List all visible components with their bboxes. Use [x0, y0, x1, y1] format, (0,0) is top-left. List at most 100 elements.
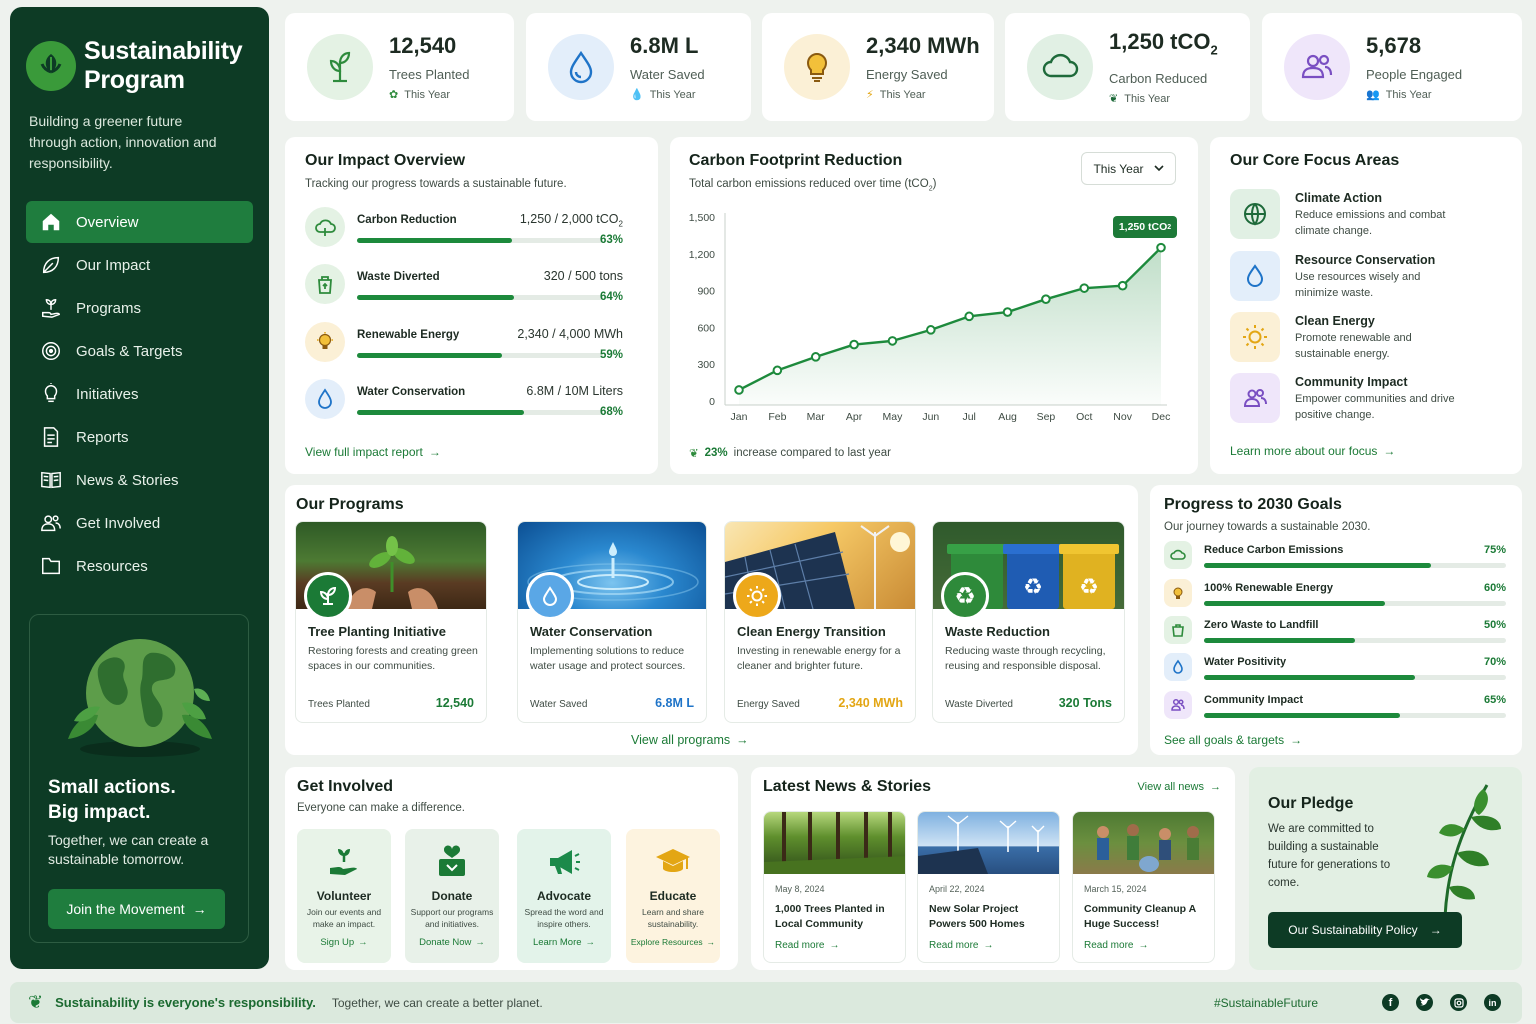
sign-up-link[interactable]: Sign Up →	[297, 937, 391, 948]
water-drop-icon	[548, 34, 614, 100]
nav-item-reports[interactable]: Reports	[26, 416, 253, 458]
goal-row-renewable: 100% Renewable Energy 60%	[1164, 579, 1506, 609]
involved-educate[interactable]: Educate Learn and share sustainability. …	[626, 829, 720, 963]
donate-now-link[interactable]: Donate Now →	[405, 937, 499, 948]
y-tick-label: 900	[697, 286, 715, 298]
progress-bar	[1204, 713, 1506, 718]
view-all-news-link[interactable]: View all news →	[1138, 781, 1221, 793]
news-card: Latest News & Stories View all news → May…	[751, 767, 1235, 970]
data-point	[1079, 283, 1090, 293]
impact-row-carbon: Carbon Reduction 1,250 / 2,000 tCO2 63%	[305, 207, 623, 257]
impact-title: Our Impact Overview	[305, 152, 466, 169]
arrow-right-icon: →	[829, 940, 840, 951]
folder-icon	[42, 557, 60, 575]
news-item[interactable]: May 8, 2024 1,000 Trees Planted in Local…	[763, 811, 906, 963]
nav-item-overview[interactable]: Overview	[26, 201, 253, 243]
join-movement-button[interactable]: Join the Movement →	[48, 889, 225, 929]
goal-row-water: Water Positivity 70%	[1164, 653, 1506, 683]
sustainability-policy-button[interactable]: Our Sustainability Policy →	[1268, 912, 1462, 948]
nav-item-resources[interactable]: Resources	[26, 545, 253, 587]
read-more-link[interactable]: Read more →	[1084, 940, 1148, 951]
explore-resources-link[interactable]: Explore Resources →	[626, 937, 720, 947]
data-point	[887, 336, 898, 346]
nav-item-initiatives[interactable]: Initiatives	[26, 373, 253, 415]
linkedin-icon[interactable]: in	[1484, 994, 1501, 1011]
lightning-icon: ⚡	[866, 89, 874, 101]
progress-bar	[357, 295, 603, 300]
focus-clean-energy[interactable]: Clean Energy Promote renewable and susta…	[1230, 312, 1500, 364]
x-tick-label: Jul	[962, 411, 975, 423]
nav-item-our-impact[interactable]: Our Impact	[26, 244, 253, 286]
sprout-icon	[304, 572, 352, 620]
data-point	[1002, 307, 1013, 317]
facebook-icon[interactable]: f	[1382, 994, 1399, 1011]
involved-advocate[interactable]: Advocate Spread the word and inspire oth…	[517, 829, 611, 963]
stat-card-energy: 2,340 MWh Energy Saved ⚡ This Year	[762, 13, 994, 121]
news-item[interactable]: April 22, 2024 New Solar Project Powers …	[917, 811, 1060, 963]
twitter-icon[interactable]	[1416, 994, 1433, 1011]
nav-label: Programs	[76, 299, 142, 317]
programs-title: Our Programs	[296, 496, 404, 513]
involved-volunteer[interactable]: Volunteer Join our events and make an im…	[297, 829, 391, 963]
stat-value: 12,540	[389, 33, 457, 58]
arrow-right-icon: →	[736, 733, 749, 747]
arrow-right-icon: →	[706, 937, 716, 947]
view-all-programs-link[interactable]: View all programs →	[631, 733, 749, 747]
stat-label: Energy Saved	[866, 67, 948, 82]
x-tick-label: Oct	[1076, 411, 1092, 423]
nav-item-get-involved[interactable]: Get Involved	[26, 502, 253, 544]
news-item[interactable]: March 15, 2024 Community Cleanup A Huge …	[1072, 811, 1215, 963]
focus-resource-conservation[interactable]: Resource Conservation Use resources wise…	[1230, 251, 1500, 303]
data-point	[926, 325, 936, 335]
involved-title: Get Involved	[297, 778, 394, 795]
stat-value: 2,340 MWh	[866, 33, 980, 58]
nav-item-programs[interactable]: Programs	[26, 287, 253, 329]
nav-item-goals-targets[interactable]: Goals & Targets	[26, 330, 253, 372]
program-card-water-conservation[interactable]: Water Conservation Implementing solution…	[517, 521, 707, 723]
footer-hashtag[interactable]: #SustainableFuture	[1214, 996, 1318, 1010]
focus-climate-action[interactable]: Climate Action Reduce emissions and comb…	[1230, 189, 1500, 241]
arrow-right-icon: →	[475, 937, 485, 948]
promo-title: Small actions. Big impact.	[48, 777, 176, 823]
read-more-link[interactable]: Read more →	[775, 940, 839, 951]
stat-card-water: 6.8M L Water Saved 💧 This Year	[526, 13, 751, 121]
progress-fill	[1204, 713, 1401, 718]
program-card-tree-planting[interactable]: Tree Planting Initiative Restoring fores…	[295, 521, 487, 723]
lightbulb-icon	[305, 322, 345, 362]
arrow-right-icon: →	[358, 937, 368, 948]
view-impact-report-link[interactable]: View full impact report →	[305, 445, 441, 459]
sidebar-nav: Overview Our Impact Programs Goals & Tar…	[26, 201, 253, 587]
instagram-icon[interactable]	[1450, 994, 1467, 1011]
pledge-text: We are committed to building a sustainab…	[1268, 823, 1391, 889]
promo-card: Small actions. Big impact. Together, we …	[29, 614, 249, 943]
progress-fill	[357, 295, 515, 300]
cloud-leaf-icon	[305, 207, 345, 247]
program-card-waste-reduction[interactable]: ♻ ♻ ♻ Waste Reduction Reducing waste thro…	[932, 521, 1125, 723]
brand: Sustainability Program	[26, 37, 253, 95]
y-tick-label: 1,500	[689, 212, 715, 224]
leaf-icon	[42, 256, 60, 274]
focus-community-impact[interactable]: Community Impact Empower communities and…	[1230, 373, 1500, 425]
read-more-link[interactable]: Read more →	[929, 940, 993, 951]
goal-row-community: Community Impact 65%	[1164, 691, 1506, 721]
data-point	[772, 365, 783, 376]
focus-areas-card: Our Core Focus Areas Climate Action Redu…	[1210, 137, 1522, 474]
leaf-logo-icon	[26, 41, 76, 91]
x-tick-label: Jan	[731, 411, 748, 423]
nav-item-news-stories[interactable]: News & Stories	[26, 459, 253, 501]
programs-card: Our Programs Tree Planting Initiative Re…	[285, 485, 1138, 755]
progress-bar	[357, 238, 603, 243]
see-all-goals-link[interactable]: See all goals & targets →	[1164, 733, 1302, 747]
y-tick-label: 600	[697, 322, 715, 334]
svg-text:♻: ♻	[1079, 575, 1099, 600]
stat-card-carbon: 1,250 tCO2 Carbon Reduced ❦ This Year	[1005, 13, 1250, 121]
involved-donate[interactable]: Donate Support our programs and initiati…	[405, 829, 499, 963]
impact-overview-card: Our Impact Overview Tracking our progres…	[285, 137, 658, 474]
x-tick-label: Aug	[998, 411, 1017, 423]
chart-callout: 1,250 tCO 2	[1113, 216, 1177, 238]
program-card-clean-energy[interactable]: Clean Energy Transition Investing in ren…	[724, 521, 916, 723]
carbon-line-chart: 1,500 1,200 900 600 300 0 Jan Feb Mar Apr May Jun Ju…	[689, 212, 1171, 423]
learn-more-link[interactable]: Learn More →	[517, 937, 611, 948]
learn-more-focus-link[interactable]: Learn more about our focus →	[1230, 444, 1395, 458]
water-drop-icon	[526, 572, 574, 620]
